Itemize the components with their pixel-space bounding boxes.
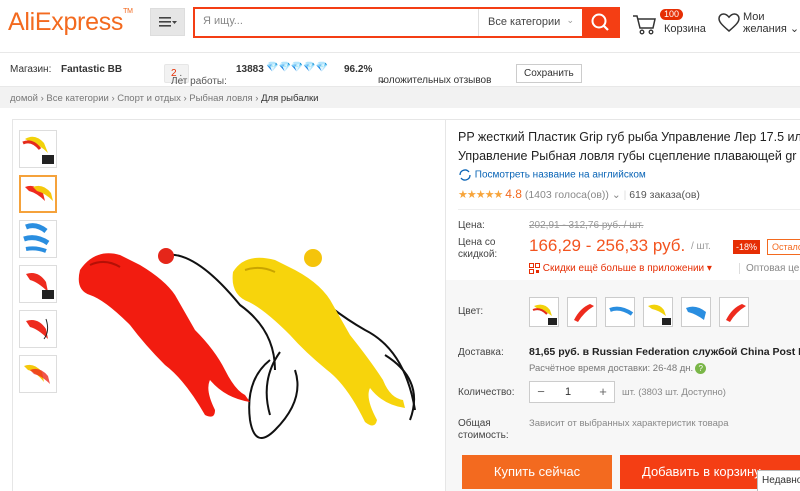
- breadcrumb-fishing[interactable]: Рыбная ловля: [189, 93, 252, 104]
- thumbnail-3[interactable]: [19, 220, 57, 258]
- chevron-down-icon: ⌄: [378, 75, 387, 86]
- product-title: PP жесткий Пластик Grip губ рыба Управле…: [458, 130, 800, 163]
- old-price: 202,91 - 312,76 руб. / шт.: [529, 220, 644, 231]
- search-input[interactable]: Я ищу...: [203, 15, 243, 27]
- breadcrumb-all-categories[interactable]: Все категории: [46, 93, 108, 104]
- caret-down-icon: ▾: [706, 263, 712, 275]
- breadcrumb: домой › Все категории › Спорт и отдых › …: [0, 86, 800, 108]
- thumbnail-6[interactable]: [19, 355, 57, 393]
- search-button[interactable]: [582, 8, 619, 37]
- votes-dropdown[interactable]: (1403 голоса(ов)) ⌄: [525, 189, 621, 201]
- chevron-down-icon: ⌄: [611, 189, 621, 201]
- search-bar: Я ищу... Все категории ⌄: [193, 7, 620, 38]
- search-icon: [591, 13, 609, 31]
- translate-title-link[interactable]: Посмотреть название на английском: [458, 169, 646, 181]
- cart-icon: [633, 15, 656, 35]
- recently-viewed-tab[interactable]: Недавно: [757, 470, 800, 491]
- translate-icon: [459, 169, 471, 181]
- quantity-stepper: − 1 +: [529, 381, 615, 403]
- product-details: PP жесткий Пластик Grip губ рыба Управле…: [445, 120, 800, 491]
- quantity-input[interactable]: 1: [565, 386, 571, 398]
- hamburger-icon: [158, 17, 177, 27]
- store-name[interactable]: Fantastic BB: [61, 64, 122, 75]
- wishlist-link[interactable]: Мои желания ⌄: [718, 10, 800, 40]
- heart-icon: [718, 13, 740, 32]
- quantity-available: шт. (3803 шт. Доступно): [622, 387, 726, 398]
- thumbnail-5[interactable]: [19, 310, 57, 348]
- diamond-icon: 💎💎💎💎💎: [266, 62, 329, 73]
- wholesale-price-link[interactable]: Оптовая цена: [739, 263, 800, 274]
- cart-link[interactable]: 100 Корзина: [632, 9, 712, 40]
- breadcrumb-current: Для рыбалки: [261, 93, 319, 104]
- discount-badge: -18%: [733, 240, 761, 254]
- color-label: Цвет:: [458, 306, 484, 317]
- product-options: Цвет: Доставка: 81,65 руб. в Russian Fed…: [446, 280, 800, 491]
- categories-menu-button[interactable]: [150, 8, 185, 36]
- discount-price-label: Цена со скидкой:: [458, 237, 498, 260]
- rating-row: ★★★★★ 4.8 (1403 голоса(ов)) ⌄ | 619 зака…: [458, 187, 700, 201]
- store-score: 13883: [236, 64, 264, 75]
- color-swatch-5[interactable]: [681, 297, 711, 327]
- save-store-button[interactable]: Сохранить: [516, 64, 582, 83]
- thumbnail-4[interactable]: [19, 265, 57, 303]
- shipping-label: Доставка:: [458, 347, 504, 358]
- help-icon[interactable]: ?: [695, 363, 707, 374]
- app-discount-link[interactable]: Скидки ещё больше в приложении ▾: [529, 263, 712, 274]
- color-swatch-6[interactable]: [719, 297, 749, 327]
- price-unit: / шт.: [691, 241, 711, 252]
- breadcrumb-home[interactable]: домой: [10, 93, 38, 104]
- main-product-image[interactable]: [65, 130, 433, 490]
- color-swatch-4[interactable]: [643, 297, 673, 327]
- positive-percent: 96.2%: [344, 64, 373, 75]
- shipping-info[interactable]: 81,65 руб. в Russian Federation службой …: [529, 346, 800, 358]
- store-label: Магазин:: [10, 64, 52, 75]
- divider: [458, 209, 800, 210]
- cart-count-badge: 100: [660, 9, 684, 20]
- chevron-down-icon: ⌄: [789, 23, 800, 35]
- store-years-badge: Лет работы: 2 .: [164, 64, 227, 87]
- time-remaining-badge: Осталось: [767, 239, 800, 255]
- color-swatch-3[interactable]: [605, 297, 635, 327]
- total-label: Общая стоимость:: [458, 418, 509, 441]
- quantity-decrease-button[interactable]: −: [531, 384, 551, 399]
- price-label: Цена:: [458, 220, 485, 231]
- thumbnail-list: [19, 130, 59, 400]
- star-rating-icon: ★★★★★: [458, 189, 503, 201]
- buy-now-button[interactable]: Купить сейчас: [462, 455, 612, 489]
- total-note: Зависит от выбранных характеристик товар…: [529, 418, 729, 429]
- product-section: PP жесткий Пластик Grip губ рыба Управле…: [12, 119, 800, 491]
- cart-label: Корзина: [664, 23, 706, 35]
- color-swatch-2[interactable]: [567, 297, 597, 327]
- qr-code-icon: [529, 263, 540, 274]
- quantity-label: Количество:: [458, 387, 515, 398]
- breadcrumb-sport[interactable]: Спорт и отдых: [117, 93, 181, 104]
- quantity-increase-button[interactable]: +: [593, 384, 613, 399]
- orders-count: 619 заказа(ов): [629, 189, 700, 201]
- thumbnail-1[interactable]: [19, 130, 57, 168]
- rating-value: 4.8: [505, 187, 522, 201]
- color-swatch-1[interactable]: [529, 297, 559, 327]
- aliexpress-logo[interactable]: AliExpressTM: [8, 8, 133, 37]
- category-select[interactable]: Все категории ⌄: [478, 9, 582, 36]
- discount-price: 166,29 - 256,33 руб.: [529, 236, 686, 255]
- thumbnail-2[interactable]: [19, 175, 57, 213]
- chevron-down-icon: ⌄: [566, 15, 574, 25]
- fish-lip-grip-image: [78, 248, 416, 439]
- store-bar: Магазин: Fantastic BB Лет работы: 2 . 13…: [0, 53, 800, 87]
- divider: |: [623, 189, 627, 201]
- delivery-time: Расчётное время доставки: 26-48 дн.?: [529, 363, 707, 374]
